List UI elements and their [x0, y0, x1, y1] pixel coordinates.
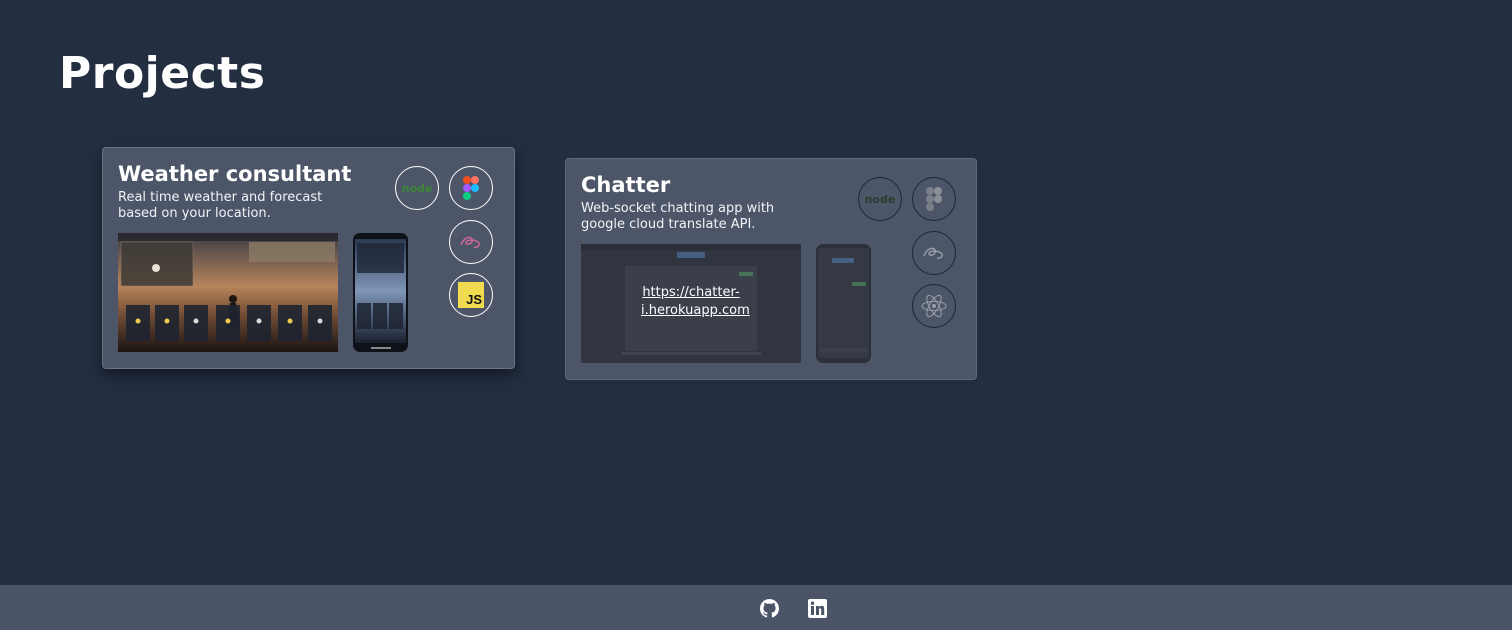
mobile-screenshot [353, 233, 408, 352]
node-icon: node [858, 177, 902, 221]
node-label: node [401, 181, 433, 195]
mobile-screenshot [816, 244, 871, 363]
js-label: JS [466, 292, 482, 307]
project-link[interactable]: https://chatter-i.herokuapp.com [641, 284, 750, 320]
node-label: node [864, 192, 896, 206]
desktop-screenshot [118, 233, 338, 352]
github-icon[interactable] [760, 599, 779, 618]
sass-icon [912, 231, 956, 275]
project-card-weather[interactable]: Weather consultant Real time weather and… [102, 147, 515, 369]
project-card-chatter[interactable]: Chatter Web-socket chatting app with goo… [565, 158, 977, 380]
node-icon: node [395, 166, 439, 210]
project-description: Real time weather and forecast based on … [118, 190, 323, 221]
project-title: Weather consultant [118, 162, 352, 186]
figma-icon [912, 177, 956, 221]
figma-icon [449, 166, 493, 210]
react-icon [912, 284, 956, 328]
desktop-screenshot: https://chatter-i.herokuapp.com [581, 244, 801, 363]
project-title: Chatter [581, 173, 671, 197]
project-description: Web-socket chatting app with google clou… [581, 201, 775, 232]
sass-icon [449, 220, 493, 264]
linkedin-icon[interactable] [808, 599, 827, 618]
javascript-icon: JS [449, 273, 493, 317]
page-title: Projects [59, 48, 266, 99]
footer [0, 585, 1512, 630]
